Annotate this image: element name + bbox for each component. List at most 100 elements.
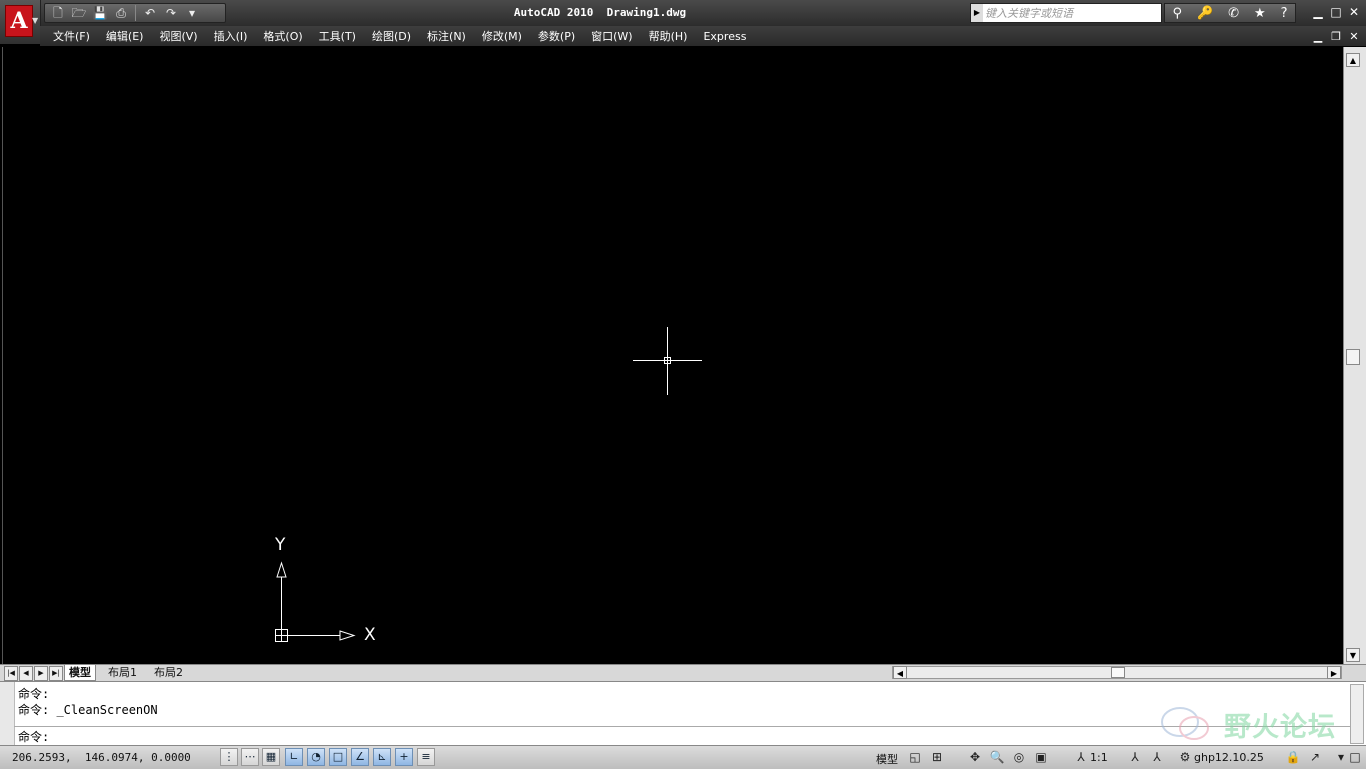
- clean-screen-icon[interactable]: □: [1346, 748, 1364, 766]
- doc-minimize-icon[interactable]: ▁: [1312, 30, 1324, 43]
- snap-mode-icon[interactable]: ⋯: [241, 748, 259, 766]
- command-window-grip[interactable]: [0, 682, 15, 746]
- vertical-scrollbar[interactable]: ▲ ▼: [1343, 47, 1366, 664]
- first-tab-icon[interactable]: |◀: [4, 666, 18, 681]
- doc-restore-icon[interactable]: ❐: [1330, 30, 1342, 43]
- coordinate-display[interactable]: 206.2593, 146.0974, 0.0000: [12, 751, 191, 764]
- menu-file[interactable]: 文件(F): [53, 28, 90, 44]
- status-bar: 206.2593, 146.0974, 0.0000 ⋮ ⋯ ▦ ∟ ◔ □ ∠…: [0, 745, 1366, 769]
- menu-help[interactable]: 帮助(H): [649, 28, 688, 44]
- undo-icon[interactable]: ↶: [141, 5, 159, 21]
- next-tab-icon[interactable]: ▶: [34, 666, 48, 681]
- watermark-text: 野火论坛: [1224, 712, 1336, 743]
- menu-parametric[interactable]: 参数(P): [538, 28, 575, 44]
- customize-icon[interactable]: ▾: [183, 5, 201, 21]
- plot-icon[interactable]: ⎙: [112, 5, 130, 21]
- minimize-icon[interactable]: ▁: [1312, 5, 1324, 19]
- annotation-visibility-icon[interactable]: ⅄: [1126, 748, 1144, 766]
- layout-view-icon[interactable]: ◱: [906, 748, 924, 766]
- help-icon[interactable]: ?: [1281, 6, 1288, 21]
- workspace-name[interactable]: ghp12.10.25: [1194, 751, 1264, 764]
- zoom-icon[interactable]: 🔍: [988, 748, 1006, 766]
- annotation-scale-value[interactable]: 1:1: [1090, 751, 1108, 764]
- watermark: 野火论坛: [1158, 702, 1348, 744]
- toolbar-lock-icon[interactable]: 🔒: [1284, 748, 1302, 766]
- object-snap-icon[interactable]: □: [329, 748, 347, 766]
- crosshair-cursor: [633, 327, 702, 395]
- command-history-line: 命令: _CleanScreenON: [18, 703, 158, 717]
- drawing-svg: [275, 327, 702, 642]
- grid-display-icon[interactable]: ▦: [262, 748, 280, 766]
- ortho-mode-icon[interactable]: ∟: [285, 748, 303, 766]
- open-icon[interactable]: 🗁: [70, 5, 88, 21]
- showmotion-icon[interactable]: ▣: [1032, 748, 1050, 766]
- menu-window[interactable]: 窗口(W): [591, 28, 632, 44]
- pan-icon[interactable]: ✥: [966, 748, 984, 766]
- autocad-logo-icon: A: [5, 5, 33, 37]
- menu-insert[interactable]: 插入(I): [214, 28, 248, 44]
- menu-modify[interactable]: 修改(M): [482, 28, 522, 44]
- prev-tab-icon[interactable]: ◀: [19, 666, 33, 681]
- search-expand-icon[interactable]: ▶: [971, 4, 983, 22]
- application-menu-button[interactable]: A ▼: [0, 0, 41, 44]
- subscription-icon[interactable]: 🔑: [1197, 6, 1213, 21]
- quick-view-layouts-icon[interactable]: ⊞: [928, 748, 946, 766]
- vertical-scroll-thumb[interactable]: [1346, 349, 1360, 365]
- command-scrollbar[interactable]: [1350, 684, 1364, 744]
- menu-dimension[interactable]: 标注(N): [427, 28, 466, 44]
- menu-bar: 文件(F) 编辑(E) 视图(V) 插入(I) 格式(O) 工具(T) 绘图(D…: [40, 26, 1366, 46]
- close-icon[interactable]: ✕: [1348, 5, 1360, 19]
- window-controls: ▁ □ ✕: [1312, 5, 1360, 19]
- scroll-left-icon[interactable]: ◀: [893, 666, 907, 679]
- command-history-line: 命令:: [18, 687, 50, 701]
- lineweight-icon[interactable]: ≡: [417, 748, 435, 766]
- scroll-right-icon[interactable]: ▶: [1327, 666, 1341, 679]
- last-tab-icon[interactable]: ▶|: [49, 666, 63, 681]
- object-snap-tracking-icon[interactable]: ∠: [351, 748, 369, 766]
- annotation-scale-icon[interactable]: ⅄: [1072, 748, 1090, 766]
- menu-express[interactable]: Express: [703, 30, 746, 43]
- infer-constraints-icon[interactable]: ⋮: [220, 748, 238, 766]
- command-input-row[interactable]: 命令:: [14, 726, 1350, 746]
- search-input[interactable]: [985, 4, 1159, 22]
- communication-icon[interactable]: ✆: [1228, 6, 1239, 21]
- menu-tools[interactable]: 工具(T): [319, 28, 356, 44]
- dynamic-ucs-icon[interactable]: ⊾: [373, 748, 391, 766]
- tab-model[interactable]: 模型: [64, 665, 96, 681]
- menu-draw[interactable]: 绘图(D): [372, 28, 411, 44]
- drawing-area[interactable]: Y X: [2, 47, 1344, 664]
- new-icon[interactable]: 🗋: [49, 5, 67, 21]
- horizontal-scroll-thumb[interactable]: [1111, 667, 1125, 678]
- steering-wheel-icon[interactable]: ◎: [1010, 748, 1028, 766]
- app-name: AutoCAD 2010: [513, 6, 594, 19]
- command-prompt[interactable]: 命令:: [18, 728, 49, 745]
- binoculars-icon[interactable]: ⚲: [1172, 6, 1182, 21]
- hardware-acceleration-icon[interactable]: ↗: [1306, 748, 1324, 766]
- auto-scale-icon[interactable]: ⅄: [1148, 748, 1166, 766]
- horizontal-scrollbar[interactable]: ◀ ▶: [892, 666, 1342, 679]
- save-icon[interactable]: 💾: [91, 5, 109, 21]
- model-space-label[interactable]: 模型: [876, 751, 898, 767]
- ucs-icon: [275, 561, 356, 642]
- scroll-up-icon[interactable]: ▲: [1346, 53, 1360, 67]
- menu-view[interactable]: 视图(V): [159, 28, 197, 44]
- redo-icon[interactable]: ↷: [162, 5, 180, 21]
- quick-access-toolbar: 🗋 🗁 💾 ⎙ ↶ ↷ ▾: [44, 3, 226, 23]
- workspace-switch-icon[interactable]: ⚙: [1176, 748, 1194, 766]
- tab-layout1[interactable]: 布局1: [104, 665, 141, 680]
- favorites-icon[interactable]: ★: [1254, 6, 1266, 21]
- menu-edit[interactable]: 编辑(E): [106, 28, 144, 44]
- document-controls: ▁ ❐ ✕: [1312, 30, 1360, 43]
- menu-format[interactable]: 格式(O): [263, 28, 302, 44]
- dynamic-input-icon[interactable]: +: [395, 748, 413, 766]
- ucs-x-label: X: [364, 625, 376, 645]
- watermark-logo-icon: [1161, 707, 1209, 740]
- title-bar: 🗋 🗁 💾 ⎙ ↶ ↷ ▾ AutoCAD 2010 Drawing1.dwg …: [0, 0, 1366, 26]
- infocenter-search: ▶: [970, 3, 1162, 23]
- maximize-icon[interactable]: □: [1330, 5, 1342, 19]
- tab-layout2[interactable]: 布局2: [150, 665, 187, 680]
- doc-close-icon[interactable]: ✕: [1348, 30, 1360, 43]
- tab-navigation: |◀ ◀ ▶ ▶|: [4, 666, 64, 681]
- polar-tracking-icon[interactable]: ◔: [307, 748, 325, 766]
- scroll-down-icon[interactable]: ▼: [1346, 648, 1360, 662]
